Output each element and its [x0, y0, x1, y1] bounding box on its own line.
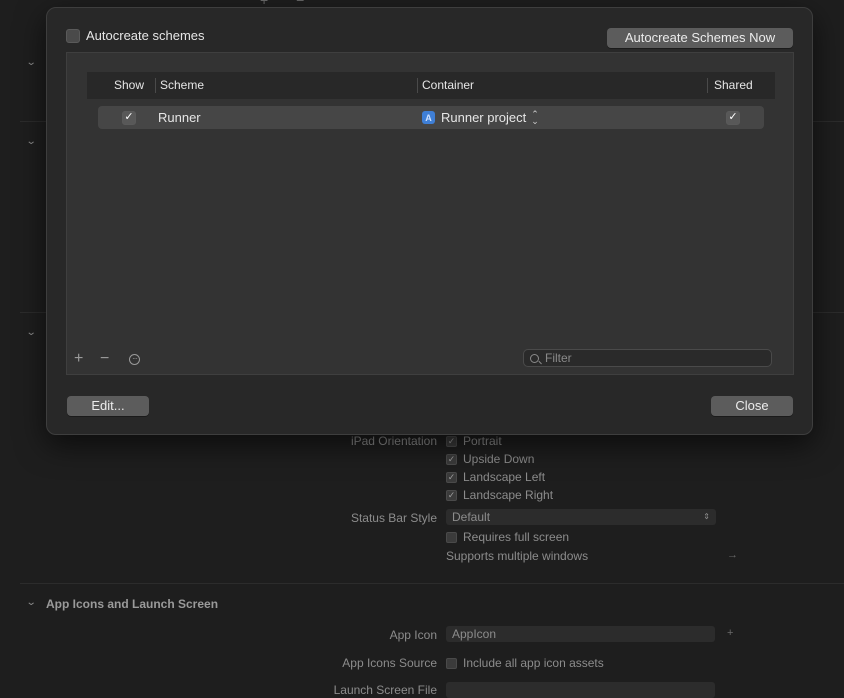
schemes-table-panel: Show Scheme Container Shared ✓ Runner A … — [66, 52, 794, 375]
orientation-landscape-left-option[interactable]: ✓ Landscape Left — [446, 470, 545, 484]
status-bar-style-label: Status Bar Style — [350, 511, 437, 525]
checkbox-unchecked-icon[interactable] — [446, 657, 457, 669]
plus-icon[interactable]: + — [727, 627, 733, 639]
include-all-icon-assets-option[interactable]: Include all app icon assets — [446, 656, 604, 670]
updown-chevron-icon: ⇕ — [703, 512, 710, 521]
launch-screen-file-label: Launch Screen File — [333, 683, 437, 697]
manage-schemes-sheet: Autocreate schemes Autocreate Schemes No… — [46, 7, 813, 435]
table-row[interactable]: ✓ Runner A Runner project ⌃ ⌄ ✓ — [98, 106, 764, 129]
shared-cell[interactable]: ✓ — [726, 106, 740, 129]
chevron-down-icon[interactable]: ⌄ — [26, 136, 37, 147]
updown-chevron-icon: ⌃ ⌄ — [531, 108, 539, 126]
app-icon-label: App Icon — [389, 628, 437, 642]
xcode-project-icon: A — [422, 111, 435, 124]
scheme-name-cell[interactable]: Runner — [158, 106, 201, 129]
show-cell[interactable]: ✓ — [122, 106, 136, 129]
minus-icon[interactable]: − — [100, 351, 109, 367]
status-bar-style-select[interactable]: Default ⇕ — [446, 509, 716, 525]
container-value: Runner project — [441, 110, 527, 125]
orientation-upside-down-option[interactable]: ✓ Upside Down — [446, 452, 534, 466]
checkbox-checked-icon[interactable]: ✓ — [726, 110, 740, 125]
column-header-scheme[interactable]: Scheme — [160, 72, 204, 99]
edit-button[interactable]: Edit... — [67, 396, 149, 416]
orientation-landscape-right-option[interactable]: ✓ Landscape Right — [446, 488, 553, 502]
app-icon-field[interactable]: AppIcon — [446, 626, 715, 642]
autocreate-schemes-toggle[interactable]: Autocreate schemes — [66, 28, 205, 43]
column-separator — [155, 78, 156, 93]
ellipsis-circle-icon[interactable]: ··· — [129, 354, 140, 365]
schemes-table-header: Show Scheme Container Shared — [87, 72, 775, 99]
app-icons-source-label: App Icons Source — [342, 656, 437, 670]
autocreate-schemes-label: Autocreate schemes — [86, 28, 205, 43]
container-popup[interactable]: A Runner project ⌃ ⌄ — [422, 106, 539, 129]
orientation-portrait-option[interactable]: ✓ Portrait — [446, 434, 502, 448]
requires-full-screen-option[interactable]: Requires full screen — [446, 530, 569, 544]
column-header-container[interactable]: Container — [422, 72, 474, 99]
column-header-show[interactable]: Show — [114, 72, 144, 99]
column-separator — [417, 78, 418, 93]
checkbox-checked-icon[interactable]: ✓ — [122, 110, 136, 125]
column-separator — [707, 78, 708, 93]
chevron-down-icon[interactable]: ⌄ — [26, 57, 37, 68]
plus-icon[interactable]: + — [74, 351, 83, 367]
checkbox-checked-icon[interactable]: ✓ — [446, 453, 457, 465]
app-icons-section-title: App Icons and Launch Screen — [46, 597, 219, 611]
ipad-orientation-label: iPad Orientation — [350, 434, 437, 448]
autocreate-schemes-now-button[interactable]: Autocreate Schemes Now — [607, 28, 793, 48]
checkbox-unchecked-icon[interactable] — [66, 28, 80, 43]
chevron-down-icon[interactable]: ⌄ — [26, 597, 37, 608]
column-header-shared[interactable]: Shared — [714, 72, 753, 99]
checkbox-unchecked-icon[interactable] — [446, 531, 457, 543]
arrow-right-icon[interactable]: → — [727, 549, 738, 561]
chevron-down-icon[interactable]: ⌄ — [26, 327, 37, 338]
section-divider — [20, 583, 844, 584]
checkbox-checked-icon[interactable]: ✓ — [446, 471, 457, 483]
launch-screen-file-field[interactable] — [446, 682, 715, 698]
close-button[interactable]: Close — [711, 396, 793, 416]
supports-multiple-windows-label: Supports multiple windows — [446, 549, 589, 563]
checkbox-checked-icon[interactable]: ✓ — [446, 435, 457, 447]
filter-search-field[interactable]: Filter — [523, 349, 772, 367]
search-icon — [530, 353, 539, 363]
filter-placeholder: Filter — [545, 351, 572, 365]
checkbox-checked-icon[interactable]: ✓ — [446, 489, 457, 501]
